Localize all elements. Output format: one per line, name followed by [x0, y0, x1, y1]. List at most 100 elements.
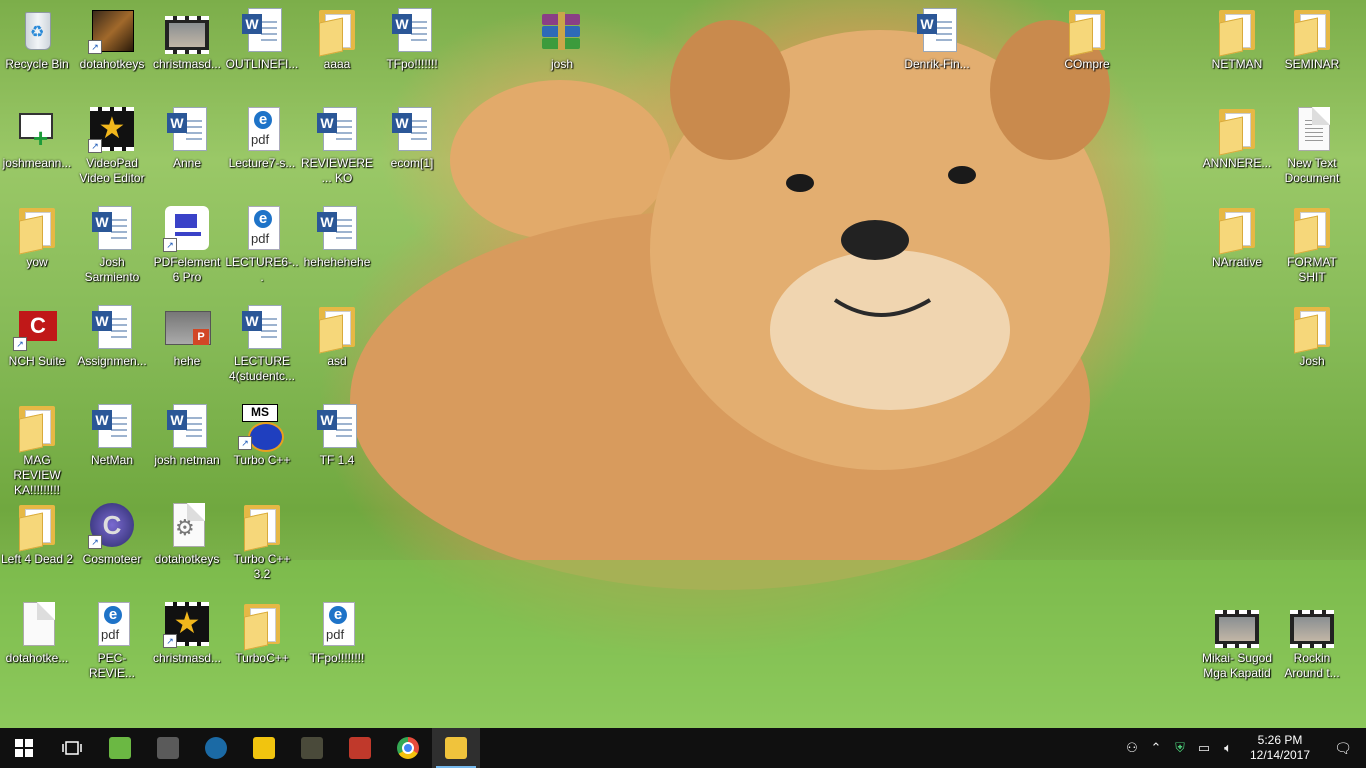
taskbar: ⚇ ⌃ ⛨ ▭ 🔈︎ 5:26 PM 12/14/2017 🗨︎	[0, 728, 1366, 768]
desktop-icon[interactable]: Wecom[1]	[375, 105, 449, 171]
desktop-icon[interactable]: + joshmeann...	[0, 105, 74, 171]
clock[interactable]: 5:26 PM 12/14/2017	[1240, 733, 1320, 763]
desktop-icon[interactable]: Josh	[1275, 303, 1349, 369]
desktop-icon[interactable]: C ↗ NCH Suite	[0, 303, 74, 369]
desktop-icon[interactable]: yow	[0, 204, 74, 270]
video-file-icon	[1288, 600, 1336, 648]
taskbar-game-4-button[interactable]	[336, 728, 384, 768]
recycle-bin-icon: ♻	[13, 6, 61, 54]
desktop-icon-label: Recycle Bin	[5, 57, 69, 71]
desktop-icon[interactable]: NArrative	[1200, 204, 1274, 270]
desktop-icon[interactable]: COmpre	[1050, 6, 1124, 72]
desktop-icon[interactable]: e pdf Lecture7-s...	[225, 105, 299, 171]
system-tray: ⚇ ⌃ ⛨ ▭ 🔈︎ 5:26 PM 12/14/2017 🗨︎	[1120, 728, 1366, 768]
desktop-icon[interactable]: W LECTURE 4(studentc...	[225, 303, 299, 384]
desktop-icon[interactable]: christmasd...	[150, 6, 224, 72]
desktop-icon-label: TurboC++	[235, 651, 289, 665]
taskbar-garena-button[interactable]	[240, 728, 288, 768]
desktop-icon-label: Left 4 Dead 2	[0, 552, 74, 566]
desktop-icon-label: SEMINAR	[1284, 57, 1340, 71]
desktop-icon[interactable]: ↗ dotahotkeys	[75, 6, 149, 72]
taskbar-file-explorer-button[interactable]	[432, 728, 480, 768]
volume-icon[interactable]: 🔈︎	[1216, 740, 1240, 756]
desktop-icon[interactable]: dotahotke...	[0, 600, 74, 666]
desktop-icon[interactable]: W TF 1.4	[300, 402, 374, 468]
start-button[interactable]	[0, 728, 48, 768]
desktop-icon[interactable]: ★ ↗ VideoPad Video Editor	[75, 105, 149, 186]
desktop-icon[interactable]: W Josh Sarmiento	[75, 204, 149, 285]
desktop-icon[interactable]: ♻ Recycle Bin	[0, 6, 74, 72]
desktop-icon[interactable]: josh	[525, 6, 599, 72]
desktop-icon[interactable]: W Anne	[150, 105, 224, 171]
desktop-icon[interactable]: aaaa	[300, 6, 374, 72]
desktop-icon[interactable]: ★ ↗ christmasd...	[150, 600, 224, 666]
taskbar-dota2-button[interactable]	[144, 728, 192, 768]
desktop-icon[interactable]: MS ↗ Turbo C++	[225, 402, 299, 468]
desktop-icon-label: hehe	[173, 354, 201, 368]
file-explorer-icon	[445, 737, 467, 759]
taskbar-steam-button[interactable]	[192, 728, 240, 768]
desktop-icon[interactable]: C ↗ Cosmoteer	[75, 501, 149, 567]
video-file-icon	[163, 6, 211, 54]
desktop-icon[interactable]: W OUTLINEFI...	[225, 6, 299, 72]
desktop-icon[interactable]: NETMAN	[1200, 6, 1274, 72]
desktop-icon-label: New Text Document	[1284, 156, 1340, 185]
desktop-icon[interactable]: e pdf LECTURE6-...	[225, 204, 299, 285]
desktop-icon[interactable]: e pdf PEC-REVIE...	[75, 600, 149, 681]
steam-icon	[205, 737, 227, 759]
desktop-icon[interactable]: W TFpo!!!!!!!	[375, 6, 449, 72]
folder-icon	[13, 402, 61, 453]
taskbar-chrome-button[interactable]	[384, 728, 432, 768]
desktop-icon[interactable]: Whehehehehe	[300, 204, 374, 270]
desktop-icon[interactable]: W REVIEWERE... KO	[300, 105, 374, 186]
word-document-icon: W	[238, 303, 286, 351]
desktop-icon-label: Anne	[172, 156, 202, 170]
desktop-icon[interactable]: Phehe	[150, 303, 224, 369]
winrar-archive-icon	[538, 6, 586, 54]
desktop-icon-label: hehehehehe	[303, 255, 371, 269]
desktop-icon-label: NETMAN	[1211, 57, 1263, 71]
text-document-icon	[1288, 105, 1336, 153]
desktop-icon-label: LECTURE 4(studentc...	[228, 354, 296, 383]
desktop-icon[interactable]: ANNNERE...	[1200, 105, 1274, 171]
task-view-button[interactable]	[48, 728, 96, 768]
desktop-icon[interactable]: ↗ PDFelement 6 Pro	[150, 204, 224, 285]
folder-icon	[313, 303, 361, 354]
desktop-icon[interactable]: W Denrik-Fin...	[900, 6, 974, 72]
desktop-icon[interactable]: New Text Document	[1275, 105, 1349, 186]
mail-search-icon: +	[13, 105, 61, 153]
people-icon[interactable]: ⚇	[1120, 740, 1144, 756]
chrome-icon	[397, 737, 419, 759]
desktop-icon[interactable]: FORMAT SHIT	[1275, 204, 1349, 285]
desktop-icon-label: REVIEWERE... KO	[300, 156, 373, 185]
desktop-icon[interactable]: MAG REVIEW KA!!!!!!!!!	[0, 402, 74, 498]
action-center-notification-icon[interactable]: 🗨︎	[1320, 740, 1366, 757]
desktop-icon[interactable]: W Assignmen...	[75, 303, 149, 369]
desktop-icon[interactable]: Mikai- Sugod Mga Kapatid	[1200, 600, 1274, 681]
desktop-icon-label: OUTLINEFI...	[225, 57, 299, 71]
desktop-icon[interactable]: TurboC++	[225, 600, 299, 666]
desktop-icon[interactable]: Wjosh netman	[150, 402, 224, 468]
desktop-icon-label: christmasd...	[152, 57, 221, 71]
desktop-icon-label: PDFelement 6 Pro	[153, 255, 221, 284]
pdf-document-icon: e pdf	[88, 600, 136, 648]
taskbar-modern-warfare-button[interactable]	[288, 728, 336, 768]
desktop-icon[interactable]: ⚙ dotahotkeys	[150, 501, 224, 567]
desktop-icon[interactable]: e pdf TFpo!!!!!!!!	[300, 600, 374, 666]
desktop-icon[interactable]: Left 4 Dead 2	[0, 501, 74, 567]
desktop-icon[interactable]: Turbo C++ 3.2	[225, 501, 299, 582]
turbo-cpp-icon: MS ↗	[238, 402, 286, 452]
desktop-icon[interactable]: Rockin Around t...	[1275, 600, 1349, 681]
desktop-icon[interactable]: SEMINAR	[1275, 6, 1349, 72]
desktop-icon[interactable]: W NetMan	[75, 402, 149, 468]
security-shield-icon[interactable]: ⛨	[1168, 740, 1192, 756]
desktop: ♻ Recycle Bin ↗ dotahotkeys christmasd... W OU…	[0, 0, 1366, 728]
desktop-icon-label: Denrik-Fin...	[904, 57, 970, 71]
desktop-icon[interactable]: asd	[300, 303, 374, 369]
dota2-icon	[157, 737, 179, 759]
taskbar-bluestacks-button[interactable]	[96, 728, 144, 768]
show-hidden-icons-chevron-icon[interactable]: ⌃	[1144, 740, 1168, 756]
battery-icon[interactable]: ▭	[1192, 740, 1216, 756]
word-document-icon: W	[388, 105, 436, 153]
word-document-icon: W	[313, 105, 361, 153]
